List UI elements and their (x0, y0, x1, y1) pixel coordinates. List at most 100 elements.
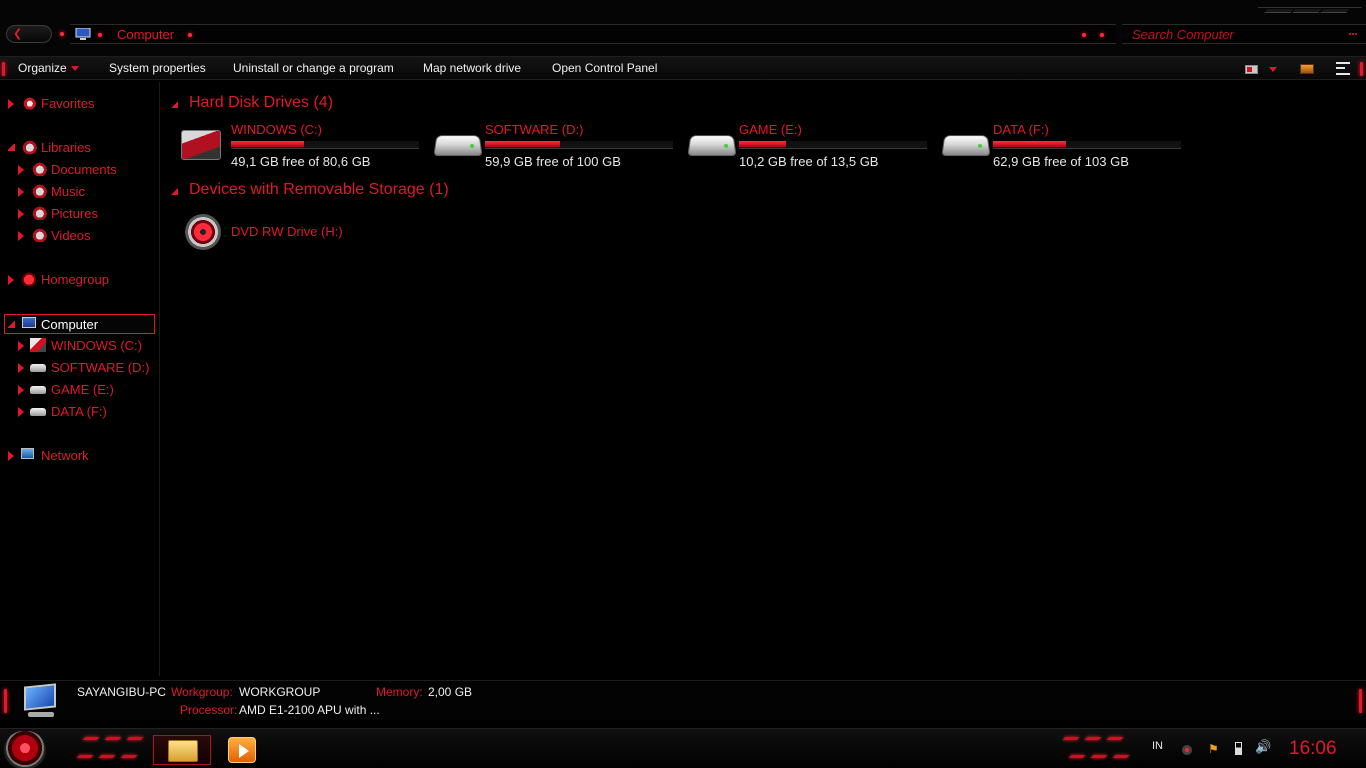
expand-arrow-icon[interactable] (18, 209, 24, 219)
nav-libraries[interactable]: Libraries (8, 138, 148, 158)
nav-drive-f[interactable]: DATA (F:) (18, 402, 148, 422)
uninstall-program-button[interactable]: Uninstall or change a program (233, 61, 394, 75)
open-control-panel-button[interactable]: Open Control Panel (552, 61, 657, 75)
bar-accent (2, 62, 5, 76)
battery-icon[interactable] (1235, 742, 1242, 755)
address-bar[interactable]: Computer (70, 24, 1116, 44)
favorites-star-icon (21, 96, 37, 110)
drive-item-c[interactable]: WINDOWS (C:) 49,1 GB free of 80,6 GB (181, 122, 431, 172)
taskbar-explorer-button[interactable] (153, 735, 211, 765)
taskbar-decoration (76, 735, 148, 761)
organize-label: Organize (18, 61, 67, 75)
drive-item-d[interactable]: SOFTWARE (D:) 59,9 GB free of 100 GB (433, 122, 685, 172)
bar-accent (1359, 689, 1362, 713)
computer-icon (20, 683, 60, 719)
nav-music[interactable]: Music (18, 182, 148, 202)
group-title: Devices with Removable Storage (1) (189, 181, 449, 198)
nav-network[interactable]: Network (8, 446, 148, 466)
chevron-down-icon[interactable] (1269, 67, 1277, 72)
drive-usage-fill (739, 141, 786, 147)
drive-name: DVD RW Drive (H:) (231, 224, 343, 239)
drive-free-space: 59,9 GB free of 100 GB (485, 154, 621, 169)
history-dropdown-icon[interactable] (1082, 33, 1086, 37)
nav-pictures[interactable]: Pictures (18, 204, 148, 224)
drive-name: GAME (E:) (739, 122, 802, 137)
indicator-dot-icon (98, 33, 102, 37)
nav-documents[interactable]: Documents (18, 160, 148, 180)
collapse-arrow-icon[interactable] (171, 188, 178, 195)
computer-name: SAYANGIBU-PC (77, 685, 166, 699)
drive-free-space: 62,9 GB free of 103 GB (993, 154, 1129, 169)
drive-name: DATA (F:) (993, 122, 1049, 137)
group-title: Hard Disk Drives (4) (189, 94, 334, 111)
address-breadcrumb-computer[interactable]: Computer (117, 27, 174, 42)
organize-button[interactable]: Organize (18, 61, 79, 75)
details-pane: SAYANGIBU-PC Workgroup: WORKGROUP Memory… (0, 680, 1366, 720)
content-pane: Hard Disk Drives (4) WINDOWS (C:) 49,1 G… (161, 82, 1366, 676)
address-row: ❮ Computer (0, 0, 1366, 56)
expand-arrow-icon[interactable] (18, 187, 24, 197)
collapse-arrow-icon[interactable] (171, 101, 178, 108)
nav-label: Network (41, 448, 89, 463)
music-icon (31, 184, 47, 198)
expand-arrow-icon[interactable] (8, 275, 14, 285)
nav-videos[interactable]: Videos (18, 226, 148, 246)
expand-arrow-icon[interactable] (8, 99, 14, 109)
nav-label: Videos (51, 228, 91, 243)
group-header-removable-storage[interactable]: Devices with Removable Storage (1) (171, 181, 491, 203)
drive-item-dvd[interactable]: DVD RW Drive (H:) (185, 214, 425, 254)
volume-icon[interactable]: 🔊 (1255, 739, 1271, 755)
drive-item-e[interactable]: GAME (E:) 10,2 GB free of 13,5 GB (687, 122, 939, 172)
refresh-icon[interactable] (1100, 33, 1104, 37)
clock[interactable]: 16:06 (1289, 738, 1337, 760)
group-header-hard-disk-drives[interactable]: Hard Disk Drives (4) (171, 94, 471, 116)
change-view-icon[interactable] (1245, 65, 1258, 74)
collapse-arrow-icon[interactable] (8, 321, 15, 328)
action-center-flag-icon[interactable]: ⚑ (1208, 743, 1220, 755)
search-icon[interactable] (1349, 33, 1357, 35)
hard-drive-icon (941, 135, 991, 157)
nav-label: GAME (E:) (51, 382, 114, 397)
drive-name: WINDOWS (C:) (231, 122, 322, 137)
nav-drive-d[interactable]: SOFTWARE (D:) (18, 358, 150, 378)
nav-label: DATA (F:) (51, 404, 107, 419)
homegroup-icon (21, 272, 37, 286)
expand-arrow-icon[interactable] (18, 231, 24, 241)
memory-label: Memory: (376, 685, 423, 699)
collapse-arrow-icon[interactable] (8, 144, 15, 151)
map-network-drive-button[interactable]: Map network drive (423, 61, 521, 75)
expand-arrow-icon[interactable] (18, 385, 24, 395)
expand-arrow-icon[interactable] (8, 451, 14, 461)
workgroup-value: WORKGROUP (239, 685, 321, 699)
taskbar: IN ⚑ 🔊 16:06 (0, 728, 1366, 768)
drive-usage-fill (993, 141, 1067, 147)
nav-drive-e[interactable]: GAME (E:) (18, 380, 148, 400)
preview-pane-icon[interactable] (1300, 64, 1314, 74)
nav-drive-c[interactable]: WINDOWS (C:) (18, 336, 148, 356)
expand-arrow-icon[interactable] (18, 341, 24, 351)
nav-label: Libraries (41, 140, 91, 155)
nav-favorites[interactable]: Favorites (8, 94, 148, 114)
nav-computer[interactable]: Computer (4, 314, 155, 334)
record-icon[interactable] (1182, 745, 1192, 755)
expand-arrow-icon[interactable] (18, 165, 24, 175)
nav-label: SOFTWARE (D:) (51, 360, 150, 375)
drive-item-f[interactable]: DATA (F:) 62,9 GB free of 103 GB (941, 122, 1193, 172)
system-properties-button[interactable]: System properties (109, 61, 206, 75)
processor-label: Processor: (180, 703, 238, 717)
expand-arrow-icon[interactable] (18, 407, 24, 417)
media-player-icon[interactable] (228, 737, 256, 763)
expand-arrow-icon[interactable] (18, 363, 24, 373)
nav-homegroup[interactable]: Homegroup (8, 270, 148, 290)
nav-label: Pictures (51, 206, 98, 221)
details-pane-icon[interactable] (1336, 62, 1350, 75)
back-button[interactable]: ❮ (6, 25, 52, 43)
search-box[interactable] (1122, 24, 1366, 44)
drive-usage-bar (485, 141, 673, 149)
language-indicator[interactable]: IN (1152, 740, 1163, 752)
windows-drive-icon (181, 130, 221, 160)
libraries-icon (21, 140, 37, 154)
start-orb-icon[interactable] (4, 731, 46, 768)
search-input[interactable] (1132, 27, 1332, 42)
drive-usage-bar (739, 141, 927, 149)
